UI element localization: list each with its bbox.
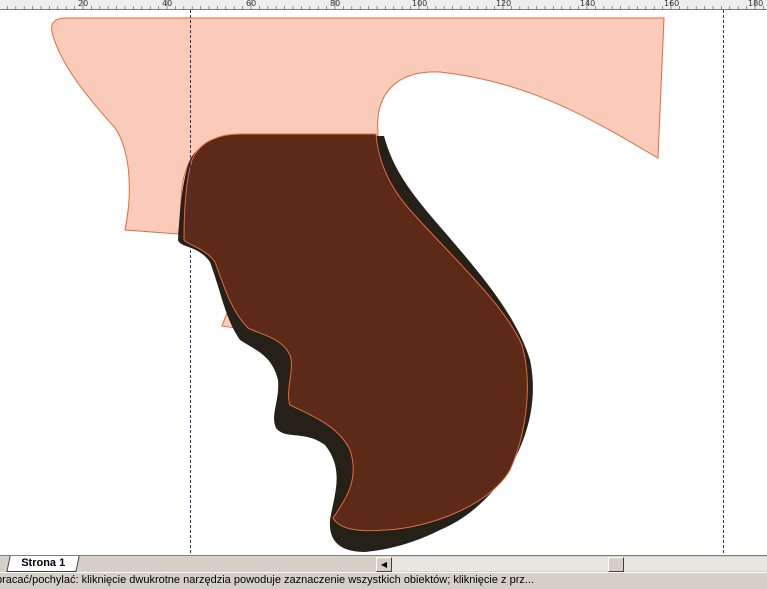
status-bar: pracać/pochylać: kliknięcie dwukrotne na… [0, 572, 767, 589]
arrow-left-icon[interactable]: ◀ [376, 557, 392, 572]
ruler-label-140: 140 [580, 0, 596, 8]
horizontal-ruler[interactable]: 20 40 60 80 100 120 140 160 180 [0, 0, 767, 10]
ruler-label-180: 180 [748, 0, 764, 8]
tab-navigation-area [80, 556, 374, 571]
ruler-label-20: 20 [78, 0, 89, 8]
ruler-label-40: 40 [162, 0, 173, 8]
drawing-svg [51, 10, 724, 555]
horizontal-scrollbar[interactable]: ◀ [376, 557, 767, 572]
ruler-label-120: 120 [496, 0, 512, 8]
ruler-label-80: 80 [330, 0, 341, 8]
scrollbar-thumb[interactable] [608, 557, 624, 572]
ruler-label-160: 160 [664, 0, 680, 8]
page-tab-label: Strona 1 [21, 557, 66, 569]
page-tab-strona-1[interactable]: Strona 1 [6, 556, 80, 572]
ruler-label-100: 100 [412, 0, 428, 8]
page-tabs-bar: Strona 1 ◀ [0, 555, 767, 572]
status-text: pracać/pochylać: kliknięcie dwukrotne na… [0, 574, 535, 586]
drawing-canvas[interactable] [0, 10, 767, 555]
ruler-label-60: 60 [246, 0, 257, 8]
ruler-ticks [0, 0, 767, 10]
